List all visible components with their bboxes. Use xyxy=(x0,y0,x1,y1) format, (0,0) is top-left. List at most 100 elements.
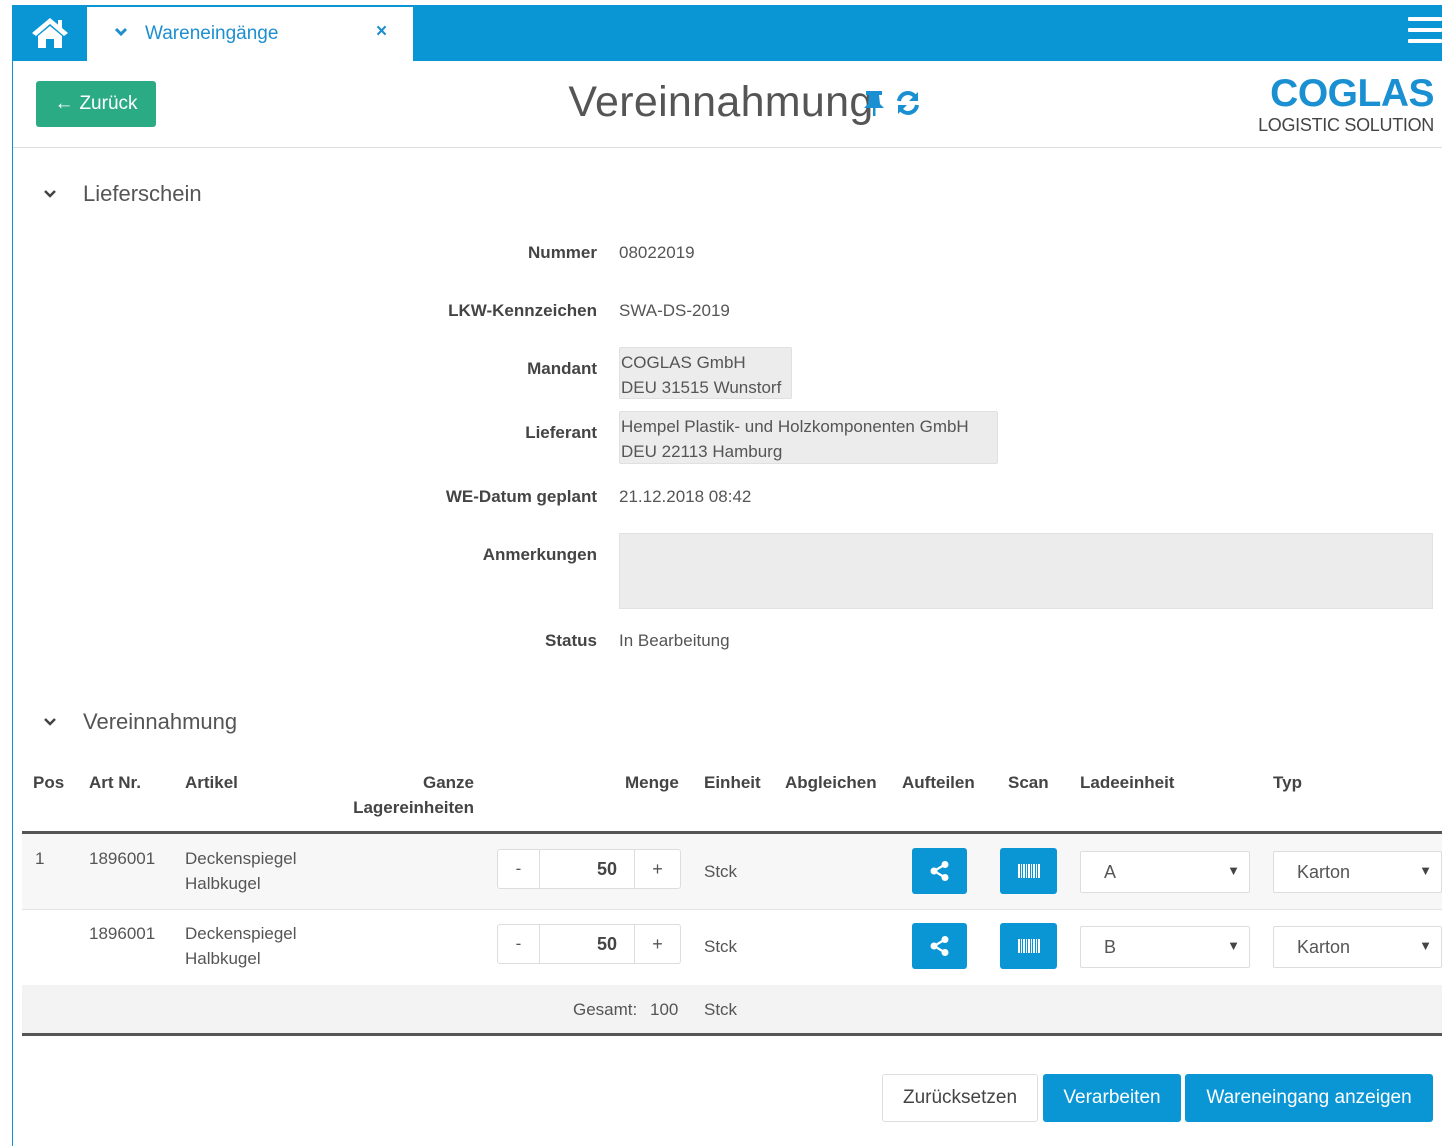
share-icon xyxy=(930,861,948,881)
row-art-nr: 1896001 xyxy=(89,924,156,943)
col-aufteilen: Aufteilen xyxy=(902,773,975,792)
ladeeinheit-select[interactable]: A ▼ xyxy=(1080,851,1250,893)
pin-icon[interactable] xyxy=(862,89,886,117)
row-artikel: Deckenspiegel Halbkugel xyxy=(185,846,297,896)
lkw-label: LKW-Kennzeichen xyxy=(448,301,597,320)
row-art-nr: 1896001 xyxy=(89,849,156,868)
reset-button[interactable]: Zurücksetzen xyxy=(882,1074,1038,1122)
section-title: Vereinnahmung xyxy=(83,709,238,734)
col-menge: Menge xyxy=(625,773,679,792)
row-artikel: Deckenspiegel Halbkugel xyxy=(185,921,297,971)
mandant-label: Mandant xyxy=(527,359,597,378)
hamburger-menu-icon[interactable] xyxy=(1408,17,1442,49)
close-icon[interactable]: × xyxy=(376,21,387,43)
lieferant-box: Hempel Plastik- und Holzkomponenten GmbH… xyxy=(619,411,998,464)
lieferant-line1: Hempel Plastik- und Holzkomponenten GmbH xyxy=(621,417,969,436)
section-lieferschein-toggle[interactable]: Lieferschein xyxy=(40,181,202,207)
tab-wareneingaenge[interactable]: Wareneingänge × xyxy=(87,5,413,61)
select-value: A xyxy=(1104,862,1117,882)
show-goods-receipt-button[interactable]: Wareneingang anzeigen xyxy=(1185,1074,1433,1122)
select-value: B xyxy=(1104,937,1117,957)
row-artikel-line2: Halbkugel xyxy=(185,949,261,968)
quantity-stepper: - 50 + xyxy=(497,849,681,889)
chevron-down-icon xyxy=(44,190,56,198)
col-art-nr: Art Nr. xyxy=(89,773,141,792)
quantity-input[interactable]: 50 xyxy=(540,850,635,888)
section-vereinnahmung-toggle[interactable]: Vereinnahmung xyxy=(40,709,237,735)
row-einheit: Stck xyxy=(704,862,738,881)
total-value: 100 xyxy=(650,1000,679,1019)
row-artikel-line1: Deckenspiegel xyxy=(185,924,297,943)
row-einheit: Stck xyxy=(704,937,738,956)
title-icons xyxy=(862,89,922,117)
typ-select[interactable]: Karton ▼ xyxy=(1273,926,1442,968)
coglas-logo: COGLAS LOGISTIC SOLUTION xyxy=(1258,72,1434,136)
quantity-stepper: - 50 + xyxy=(497,924,681,964)
mandant-line1: COGLAS GmbH xyxy=(621,353,746,372)
col-ganze-line2: Lagereinheiten xyxy=(353,798,474,817)
table-footer-rule xyxy=(22,1033,1442,1036)
quantity-input[interactable]: 50 xyxy=(540,925,635,963)
lkw-value: SWA-DS-2019 xyxy=(619,301,730,320)
tab-label: Wareneingänge xyxy=(145,23,279,44)
anmerkungen-label: Anmerkungen xyxy=(482,545,597,564)
col-ganze-line1: Ganze xyxy=(422,773,474,792)
home-icon xyxy=(31,18,68,48)
col-typ: Typ xyxy=(1273,773,1302,792)
col-einheit: Einheit xyxy=(704,773,761,792)
nummer-value: 08022019 xyxy=(619,243,695,262)
dropdown-arrow-icon: ▼ xyxy=(1227,938,1240,953)
dropdown-arrow-icon: ▼ xyxy=(1419,863,1432,878)
scan-button[interactable] xyxy=(1000,923,1057,969)
logo-brand: COGLAS xyxy=(1270,72,1434,115)
dropdown-arrow-icon: ▼ xyxy=(1419,938,1432,953)
barcode-icon xyxy=(1017,864,1040,878)
row-artikel-line1: Deckenspiegel xyxy=(185,849,297,868)
logo-subtitle: LOGISTIC SOLUTION xyxy=(1258,115,1434,135)
lieferant-label: Lieferant xyxy=(525,423,597,442)
col-ganze-lagereinheiten: Ganze Lagereinheiten xyxy=(353,770,474,820)
chevron-down-icon[interactable] xyxy=(114,25,128,39)
dropdown-arrow-icon: ▼ xyxy=(1227,863,1240,878)
nummer-label: Nummer xyxy=(528,243,597,262)
status-value: In Bearbeitung xyxy=(619,631,730,650)
page-title-wrap: Vereinnahmung xyxy=(0,78,1442,127)
col-ladeeinheit: Ladeeinheit xyxy=(1080,773,1175,792)
page-title: Vereinnahmung xyxy=(568,78,874,126)
anmerkungen-field[interactable] xyxy=(619,533,1433,609)
we-datum-label: WE-Datum geplant xyxy=(445,487,597,506)
select-value: Karton xyxy=(1297,862,1351,882)
row-artikel-line2: Halbkugel xyxy=(185,874,261,893)
col-artikel: Artikel xyxy=(185,773,238,792)
scan-button[interactable] xyxy=(1000,848,1057,894)
decrement-button[interactable]: - xyxy=(498,925,540,963)
increment-button[interactable]: + xyxy=(635,850,680,888)
mandant-box: COGLAS GmbH DEU 31515 Wunstorf xyxy=(619,347,792,399)
split-button[interactable] xyxy=(912,848,967,894)
col-scan: Scan xyxy=(1008,773,1049,792)
select-value: Karton xyxy=(1297,937,1351,957)
col-abgleichen: Abgleichen xyxy=(785,773,877,792)
process-button[interactable]: Verarbeiten xyxy=(1043,1074,1181,1122)
status-label: Status xyxy=(545,631,597,650)
ladeeinheit-select[interactable]: B ▼ xyxy=(1080,926,1250,968)
barcode-icon xyxy=(1017,939,1040,953)
section-title: Lieferschein xyxy=(83,181,202,206)
increment-button[interactable]: + xyxy=(635,925,680,963)
total-unit: Stck xyxy=(704,1000,738,1019)
split-button[interactable] xyxy=(912,923,967,969)
refresh-icon[interactable] xyxy=(894,89,922,117)
total-label: Gesamt: xyxy=(573,1000,638,1019)
home-button[interactable] xyxy=(12,5,87,61)
col-pos: Pos xyxy=(33,773,65,792)
typ-select[interactable]: Karton ▼ xyxy=(1273,851,1442,893)
row-pos: 1 xyxy=(35,849,45,868)
share-icon xyxy=(930,936,948,956)
mandant-line2: DEU 31515 Wunstorf xyxy=(621,378,782,397)
chevron-down-icon xyxy=(44,718,56,726)
decrement-button[interactable]: - xyxy=(498,850,540,888)
we-datum-value: 21.12.2018 08:42 xyxy=(619,487,752,506)
top-bar: Wareneingänge × xyxy=(12,5,1442,61)
lieferant-line2: DEU 22113 Hamburg xyxy=(621,442,783,461)
header-divider xyxy=(13,147,1442,148)
